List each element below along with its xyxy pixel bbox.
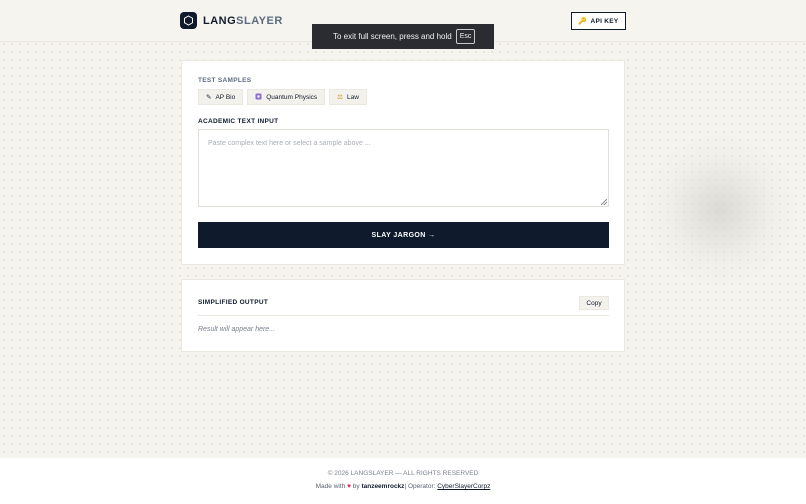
academic-text-input-label: ACADEMIC TEXT INPUT (198, 118, 279, 125)
esc-key-badge: Esc (455, 29, 476, 44)
slay-jargon-button[interactable]: SLAY JARGON → (198, 222, 609, 248)
output-divider (198, 315, 609, 316)
output-card: SIMPLIFIED OUTPUT Copy Result will appea… (181, 279, 625, 352)
separator: | (404, 483, 407, 490)
simplified-output-label: SIMPLIFIED OUTPUT (198, 299, 269, 306)
test-samples-label: TEST SAMPLES (198, 77, 252, 84)
sample-chip-label: AP Bio (215, 93, 236, 101)
toast-message: To exit full screen, press and hold (333, 32, 452, 41)
sample-chip-law[interactable]: ⚖ Law (329, 89, 367, 105)
api-key-button[interactable]: 🔑 API KEY (571, 12, 626, 30)
sample-chip-label: Quantum Physics (266, 93, 318, 101)
logo-text-slayer: SLAYER (236, 14, 283, 27)
copyright-text: © 2026 LANGSLAYER — ALL RIGHTS RESERVED (327, 470, 479, 477)
made-with-text: Made with (315, 483, 346, 490)
pencil-icon: ✎ (206, 94, 212, 101)
sample-chip-ap-bio[interactable]: ✎ AP Bio (198, 89, 244, 105)
fullscreen-toast: To exit full screen, press and hold Esc (312, 24, 494, 49)
footer: © 2026 LANGSLAYER — ALL RIGHTS RESERVED … (0, 458, 806, 504)
resize-handle-icon[interactable] (601, 199, 607, 205)
key-icon: 🔑 (578, 18, 588, 25)
input-placeholder: Paste complex text here or select a samp… (208, 140, 371, 147)
logo-text: LANGSLAYER (203, 15, 283, 27)
atom-box-icon (255, 93, 262, 102)
operator-label: Operator: (407, 483, 436, 490)
operator-link[interactable]: CyberSlayerCorpz (437, 483, 490, 490)
academic-text-input[interactable]: Paste complex text here or select a samp… (198, 129, 609, 207)
credits-line: Made with ♥ by tanzeemrockz| Operator: C… (0, 483, 806, 490)
sample-chip-quantum-physics[interactable]: Quantum Physics (247, 89, 326, 105)
scales-icon: ⚖ (337, 94, 343, 101)
by-text: by (352, 483, 360, 490)
input-card: TEST SAMPLES ✎ AP Bio Quantum Physics ⚖ … (181, 60, 625, 265)
author-name: tanzeemrockz (361, 483, 405, 490)
logo-text-lang: LANG (203, 14, 237, 27)
background-glow (640, 130, 800, 290)
logo[interactable]: LANGSLAYER (180, 12, 283, 29)
sample-chips: ✎ AP Bio Quantum Physics ⚖ Law (198, 89, 367, 105)
copy-button[interactable]: Copy (579, 296, 609, 310)
heart-icon: ♥ (347, 483, 351, 490)
result-placeholder: Result will appear here... (198, 326, 276, 333)
sample-chip-label: Law (346, 93, 359, 101)
api-key-label: API KEY (590, 17, 619, 25)
hexagon-logo-icon (180, 12, 197, 29)
